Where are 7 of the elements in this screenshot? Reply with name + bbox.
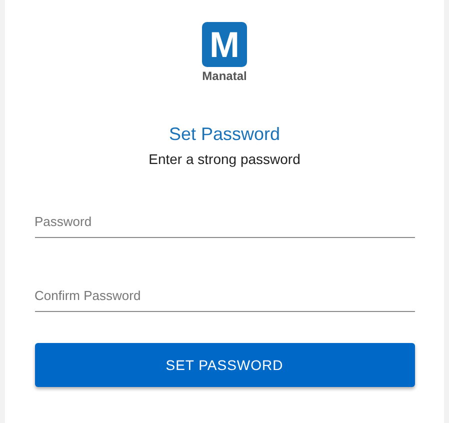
set-password-button[interactable]: SET PASSWORD [34, 343, 414, 387]
password-field[interactable]: Password [34, 206, 414, 238]
password-field[interactable]: Confirm Password [34, 280, 414, 312]
logo-mark: M [210, 26, 240, 62]
logo-name: Manatal [202, 68, 247, 84]
page-title: Set Password [168, 123, 280, 146]
subtitle: Enter a strong password [148, 150, 300, 168]
